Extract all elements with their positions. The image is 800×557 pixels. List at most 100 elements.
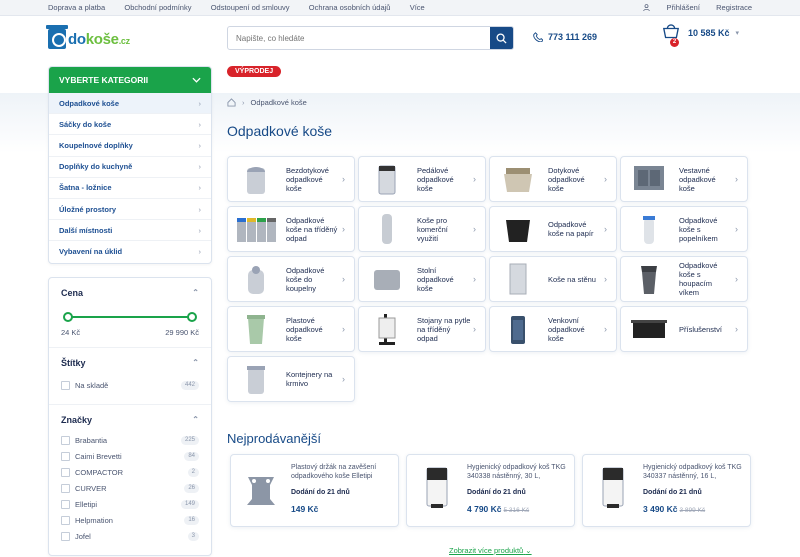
checkbox[interactable] [61, 436, 70, 445]
logo-bin-icon [46, 25, 68, 49]
category-tile[interactable]: Příslušenství › [620, 306, 748, 352]
category-item-sacky[interactable]: Sáčky do koše › [49, 114, 211, 136]
brand-checkbox[interactable]: CURVER 26 [61, 481, 199, 497]
top-link-terms[interactable]: Obchodní podmínky [124, 3, 191, 12]
tags-filter-header[interactable]: Štítky ⌃ [61, 358, 199, 368]
chevron-right-icon: › [342, 274, 345, 284]
chevron-right-icon: › [198, 183, 202, 193]
product-name[interactable]: Hygienický odpadkový koš TKG 340337 nást… [643, 463, 742, 482]
category-item-uklid[interactable]: Vybavení na úklid › [49, 241, 211, 262]
brand-checkbox[interactable]: Helpmation 16 [61, 513, 199, 529]
brand-checkbox[interactable]: Brabantia 225 [61, 433, 199, 449]
category-image [234, 311, 278, 347]
register-link[interactable]: Registrace [716, 3, 752, 12]
category-tile-label: Odpadkové koše na tříděný odpad [286, 215, 338, 243]
product-name[interactable]: Plastový držák na zavěšení odpadkového k… [291, 463, 390, 482]
search-button[interactable] [490, 27, 513, 49]
category-image [627, 311, 671, 347]
chevron-right-icon: › [198, 140, 202, 150]
product-image [591, 463, 635, 513]
brand-checkbox[interactable]: COMPACTOR 2 [61, 465, 199, 481]
product-card[interactable]: Hygienický odpadkový koš TKG 340338 nást… [406, 454, 575, 527]
category-tile[interactable]: Koše pro komerční využití › [358, 206, 486, 252]
checkbox[interactable] [61, 532, 70, 541]
checkbox[interactable] [61, 484, 70, 493]
login-link[interactable]: Přihlášení [642, 3, 700, 12]
category-item-kuchyne[interactable]: Doplňky do kuchyně › [49, 157, 211, 178]
brand-checkbox[interactable]: Jofel 3 [61, 529, 199, 545]
category-item-odpadkove-kose[interactable]: Odpadkové koše › [49, 93, 211, 115]
category-tile[interactable]: Plastové odpadkové koše › [227, 306, 355, 352]
category-tile[interactable]: Bezdotykové odpadkové koše › [227, 156, 355, 202]
category-tile[interactable]: Venkovní odpadkové koše › [489, 306, 617, 352]
category-image [496, 311, 540, 347]
cart-button[interactable]: 2 10 585 Kč ▾ [662, 24, 739, 47]
category-tile[interactable]: Vestavné odpadkové koše › [620, 156, 748, 202]
bestsellers-title: Nejprodávanější [227, 431, 321, 446]
category-tile-label: Příslušenství [679, 324, 722, 334]
brands-filter-header[interactable]: Značky ⌃ [61, 415, 199, 425]
chevron-right-icon: › [604, 274, 607, 284]
show-more-products-link[interactable]: Zobrazit více produktů ⌄ [449, 546, 532, 555]
category-tile[interactable]: Stolní odpadkové koše › [358, 256, 486, 302]
category-item-ulozne[interactable]: Úložné prostory › [49, 199, 211, 221]
chevron-right-icon: › [735, 324, 738, 334]
tag-checkbox-in-stock[interactable]: Na skladě 442 [61, 378, 199, 394]
category-tile[interactable]: Odpadkové koše s houpacím víkem › [620, 256, 748, 302]
product-card[interactable]: Hygienický odpadkový koš TKG 340337 nást… [582, 454, 751, 527]
category-item-satna[interactable]: Šatna - ložnice › [49, 178, 211, 199]
price-slider-min-handle[interactable] [63, 311, 73, 322]
category-tile[interactable]: Odpadkové koše do koupelny › [227, 256, 355, 302]
chevron-up-icon: ⌃ [192, 415, 199, 424]
chevron-right-icon: › [198, 204, 202, 214]
price-min: 24 Kč [61, 327, 81, 337]
product-card[interactable]: Plastový držák na zavěšení odpadkového k… [230, 454, 399, 527]
brand-checkbox[interactable]: Elletipi 149 [61, 497, 199, 513]
chevron-down-icon: ⌄ [525, 546, 532, 555]
category-image [627, 211, 671, 247]
category-tile[interactable]: Kontejnery na krmivo › [227, 356, 355, 402]
price-max: 29 990 Kč [165, 327, 199, 337]
price-filter-header[interactable]: Cena ⌃ [61, 288, 199, 298]
checkbox[interactable] [61, 452, 70, 461]
top-link-privacy[interactable]: Ochrana osobních údajů [309, 3, 391, 12]
category-tile[interactable]: Koše na stěnu › [489, 256, 617, 302]
checkbox[interactable] [61, 381, 70, 390]
top-link-more[interactable]: Více [410, 3, 425, 12]
category-tile[interactable]: Pedálové odpadkové koše › [358, 156, 486, 202]
price-slider[interactable] [61, 310, 199, 324]
category-tile[interactable]: Odpadkové koše s popelníkem › [620, 206, 748, 252]
category-item-koupelna[interactable]: Koupelnové doplňky › [49, 135, 211, 157]
category-tile[interactable]: Stojany na pytle na tříděný odpad › [358, 306, 486, 352]
breadcrumb-current: Odpadkové koše [250, 98, 307, 107]
brand-checkbox[interactable]: Caimi Brevetti 84 [61, 449, 199, 465]
category-image [496, 211, 540, 247]
category-item-dalsi[interactable]: Další místnosti › [49, 220, 211, 242]
product-name[interactable]: Hygienický odpadkový koš TKG 340338 nást… [467, 463, 566, 482]
price-range: 24 Kč 29 990 Kč [61, 328, 199, 337]
category-tile[interactable]: Odpadkové koše na papír › [489, 206, 617, 252]
chevron-right-icon: › [604, 224, 607, 234]
brands-filter: Značky ⌃ Brabantia 225 Caimi Brevetti 84 CO… [49, 405, 211, 555]
phone-contact[interactable]: 773 111 269 [533, 32, 597, 42]
price-slider-track [67, 315, 193, 318]
top-link-shipping[interactable]: Doprava a platba [48, 3, 105, 12]
product-price: 149 Kč [291, 504, 319, 514]
checkbox[interactable] [61, 516, 70, 525]
chevron-right-icon: › [198, 225, 202, 235]
search-input[interactable] [228, 33, 490, 43]
top-bar: Doprava a platba Obchodní podmínky Odsto… [0, 0, 800, 16]
checkbox[interactable] [61, 468, 70, 477]
checkbox[interactable] [61, 500, 70, 509]
top-link-withdrawal[interactable]: Odstoupení od smlouvy [211, 3, 290, 12]
category-menu-header[interactable]: VYBERTE KATEGORII [49, 67, 211, 93]
category-image [365, 261, 409, 297]
price-slider-max-handle[interactable] [187, 311, 197, 322]
home-icon[interactable] [227, 98, 236, 107]
category-tile[interactable]: Dotykové odpadkové koše › [489, 156, 617, 202]
chevron-right-icon: › [735, 224, 738, 234]
category-tile[interactable]: Odpadkové koše na tříděný odpad › [227, 206, 355, 252]
logo[interactable]: dokoše.cz [46, 25, 228, 49]
category-image [234, 211, 278, 247]
sale-badge[interactable]: VÝPRODEJ [227, 66, 282, 77]
